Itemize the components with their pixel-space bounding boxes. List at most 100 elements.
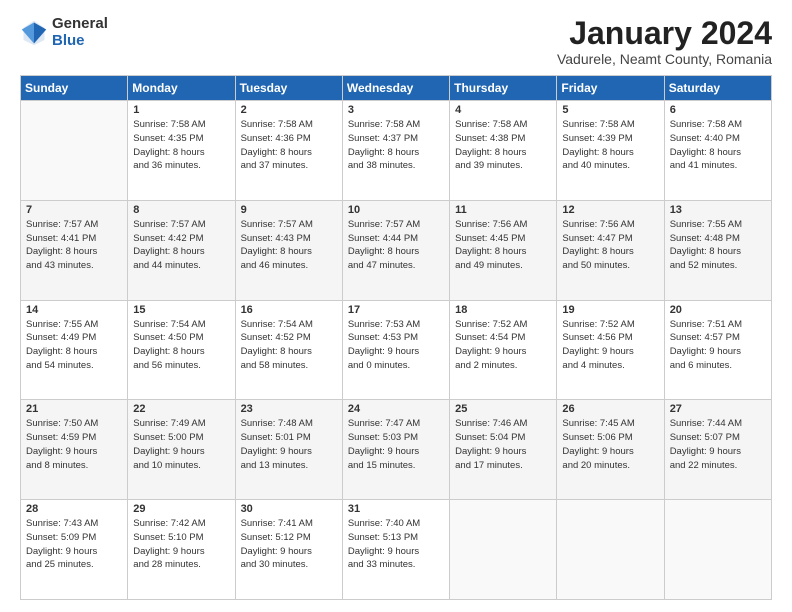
cell-line: Sunset: 5:12 PM (241, 532, 311, 543)
cell-line: Sunrise: 7:46 AM (455, 418, 527, 429)
cell-line: Sunrise: 7:57 AM (26, 219, 98, 230)
calendar-cell: 5Sunrise: 7:58 AMSunset: 4:39 PMDaylight… (557, 101, 664, 201)
col-tuesday: Tuesday (235, 76, 342, 101)
cell-line: Sunset: 4:40 PM (670, 133, 740, 144)
cell-line: Sunrise: 7:58 AM (348, 119, 420, 130)
cell-line: Sunset: 4:36 PM (241, 133, 311, 144)
cell-content: Sunrise: 7:58 AMSunset: 4:36 PMDaylight:… (241, 118, 337, 173)
col-wednesday: Wednesday (342, 76, 449, 101)
logo-blue-text: Blue (52, 33, 108, 50)
cell-line: and 13 minutes. (241, 460, 309, 471)
cell-content: Sunrise: 7:46 AM Sunset: 5:04 PM Daylight:… (455, 417, 551, 472)
col-sunday: Sunday (21, 76, 128, 101)
title-month: January 2024 (557, 16, 772, 51)
cell-line: Sunset: 4:35 PM (133, 133, 203, 144)
day-number: 6 (670, 104, 766, 116)
calendar-cell: 16Sunrise: 7:54 AMSunset: 4:52 PMDayligh… (235, 300, 342, 400)
calendar-cell (450, 500, 557, 600)
calendar-cell: 19 Sunrise: 7:52 AMSunset: 4:56 PMDayligh… (557, 300, 664, 400)
calendar-cell: 18Sunrise: 7:52 AMSunset: 4:54 PMDayligh… (450, 300, 557, 400)
cell-line: Daylight: 9 hours (455, 446, 526, 457)
cell-line: Sunset: 4:52 PM (241, 332, 311, 343)
calendar-cell: 14Sunrise: 7:55 AMSunset: 4:49 PMDayligh… (21, 300, 128, 400)
cell-line: and 44 minutes. (133, 260, 201, 271)
cell-line: and 41 minutes. (670, 160, 738, 171)
cell-line: Sunset: 4:57 PM (670, 332, 740, 343)
cell-line: Sunset: 5:10 PM (133, 532, 203, 543)
cell-line: Sunset: 4:37 PM (348, 133, 418, 144)
calendar-cell: 2Sunrise: 7:58 AMSunset: 4:36 PMDaylight… (235, 101, 342, 201)
cell-content: Sunrise: 7:57 AMSunset: 4:43 PMDaylight:… (241, 218, 337, 273)
cell-line: Sunset: 4:49 PM (26, 332, 96, 343)
page: General Blue January 2024 Vadurele, Neam… (0, 0, 792, 612)
cell-line: and 43 minutes. (26, 260, 94, 271)
cell-content: Sunrise: 7:40 AMSunset: 5:13 PMDaylight:… (348, 517, 444, 572)
cell-content: Sunrise: 7:53 AMSunset: 4:53 PMDaylight:… (348, 318, 444, 373)
calendar-cell: 8Sunrise: 7:57 AMSunset: 4:42 PMDaylight… (128, 200, 235, 300)
cell-content: Sunrise: 7:57 AMSunset: 4:41 PMDaylight:… (26, 218, 122, 273)
cell-content: Sunrise: 7:47 AMSunset: 5:03 PMDaylight:… (348, 417, 444, 472)
cell-line: and 33 minutes. (348, 559, 416, 570)
cell-content: Sunrise: 7:50 AMSunset: 4:59 PMDaylight:… (26, 417, 122, 472)
cell-line: Sunrise: 7:45 AM (562, 418, 634, 429)
cell-content: Sunrise: 7:42 AMSunset: 5:10 PMDaylight:… (133, 517, 229, 572)
cell-line: Sunset: 4:50 PM (133, 332, 203, 343)
cell-line: Sunset: 5:09 PM (26, 532, 96, 543)
cell-line: Daylight: 9 hours (348, 346, 419, 357)
calendar-cell: 4Sunrise: 7:58 AMSunset: 4:38 PMDaylight… (450, 101, 557, 201)
header-row: Sunday Monday Tuesday Wednesday Thursday… (21, 76, 772, 101)
cell-line: Sunrise: 7:44 AM (670, 418, 742, 429)
day-number: 7 (26, 204, 122, 216)
cell-line: and 37 minutes. (241, 160, 309, 171)
cell-line: Daylight: 8 hours (241, 147, 312, 158)
cell-content: Sunrise: 7:52 AMSunset: 4:56 PMDaylight:… (562, 318, 658, 373)
col-saturday: Saturday (664, 76, 771, 101)
cell-line: Sunset: 5:13 PM (348, 532, 418, 543)
cell-content: Sunrise: 7:44 AMSunset: 5:07 PMDaylight:… (670, 417, 766, 472)
cell-line: Sunrise: 7:47 AM (348, 418, 420, 429)
calendar-cell: 6Sunrise: 7:58 AMSunset: 4:40 PMDaylight… (664, 101, 771, 201)
calendar-cell: 1Sunrise: 7:58 AMSunset: 4:35 PMDaylight… (128, 101, 235, 201)
calendar-cell: 25Sunrise: 7:46 AMSunset: 5:04 PMDayligh… (450, 400, 557, 500)
cell-line: Daylight: 9 hours (348, 446, 419, 457)
cell-line: and 50 minutes. (562, 260, 630, 271)
cell-content: Sunrise: 7:48 AMSunset: 5:01 PMDaylight:… (241, 417, 337, 472)
cell-line: Sunrise: 7:43 AM (26, 518, 98, 529)
cell-line: and 22 minutes. (670, 460, 738, 471)
cell-line: Daylight: 9 hours (562, 446, 633, 457)
cell-line: Sunset: 4:47 PM (562, 233, 632, 244)
calendar-cell: 29Sunrise: 7:42 AMSunset: 5:10 PMDayligh… (128, 500, 235, 600)
cell-line: Daylight: 8 hours (455, 246, 526, 257)
cell-line: Sunrise: 7:57 AM (241, 219, 313, 230)
day-number: 24 (348, 403, 444, 415)
day-number: 3 (348, 104, 444, 116)
cell-content: Sunrise: 7:43 AMSunset: 5:09 PMDaylight:… (26, 517, 122, 572)
day-number: 16 (241, 304, 337, 316)
cell-line: Daylight: 9 hours (133, 546, 204, 557)
cell-line: and 54 minutes. (26, 360, 94, 371)
cell-line: Sunrise: 7:52 AM (562, 319, 634, 330)
cell-line: and 38 minutes. (348, 160, 416, 171)
cell-line: Daylight: 9 hours (241, 446, 312, 457)
cell-line: Sunrise: 7:58 AM (670, 119, 742, 130)
day-number: 19 (562, 304, 658, 316)
cell-line: and 56 minutes. (133, 360, 201, 371)
cell-content: Sunrise: 7:58 AMSunset: 4:40 PMDaylight:… (670, 118, 766, 173)
cell-line: Sunrise: 7:53 AM (348, 319, 420, 330)
cell-line: Sunset: 5:01 PM (241, 432, 311, 443)
calendar-cell (21, 101, 128, 201)
cell-content: Sunrise: 7:55 AMSunset: 4:49 PMDaylight:… (26, 318, 122, 373)
cell-line: Sunrise: 7:58 AM (133, 119, 205, 130)
day-number: 21 (26, 403, 122, 415)
day-number: 10 (348, 204, 444, 216)
cell-line: Sunrise: 7:54 AM (241, 319, 313, 330)
calendar-cell: 30Sunrise: 7:41 AMSunset: 5:12 PMDayligh… (235, 500, 342, 600)
cell-line: Daylight: 8 hours (241, 246, 312, 257)
cell-line: Daylight: 9 hours (26, 446, 97, 457)
title-block: January 2024 Vadurele, Neamt County, Rom… (557, 16, 772, 67)
day-number: 12 (562, 204, 658, 216)
cell-line: Daylight: 8 hours (26, 246, 97, 257)
cell-line: Sunset: 5:04 PM (455, 432, 525, 443)
cell-line: Daylight: 9 hours (455, 346, 526, 357)
cell-line: and 52 minutes. (670, 260, 738, 271)
